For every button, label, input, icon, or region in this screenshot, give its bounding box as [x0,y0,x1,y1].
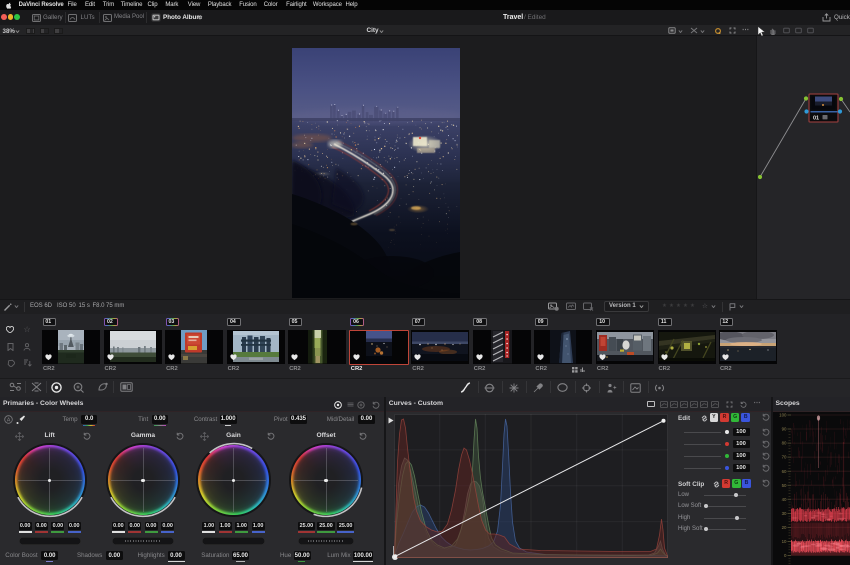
svg-text:0: 0 [784,553,787,558]
svg-text:40: 40 [781,496,786,501]
svg-text:01: 01 [813,116,819,122]
svg-text:10: 10 [781,539,786,544]
svg-text:80: 80 [781,440,786,445]
svg-text:30: 30 [781,510,786,515]
svg-text:70: 70 [781,454,786,459]
svg-text:50: 50 [781,482,786,487]
svg-text:90: 90 [781,426,786,431]
svg-text:20: 20 [781,524,786,529]
svg-text:A: A [6,418,10,424]
svg-text:100: 100 [779,412,787,417]
svg-text:60: 60 [781,468,786,473]
